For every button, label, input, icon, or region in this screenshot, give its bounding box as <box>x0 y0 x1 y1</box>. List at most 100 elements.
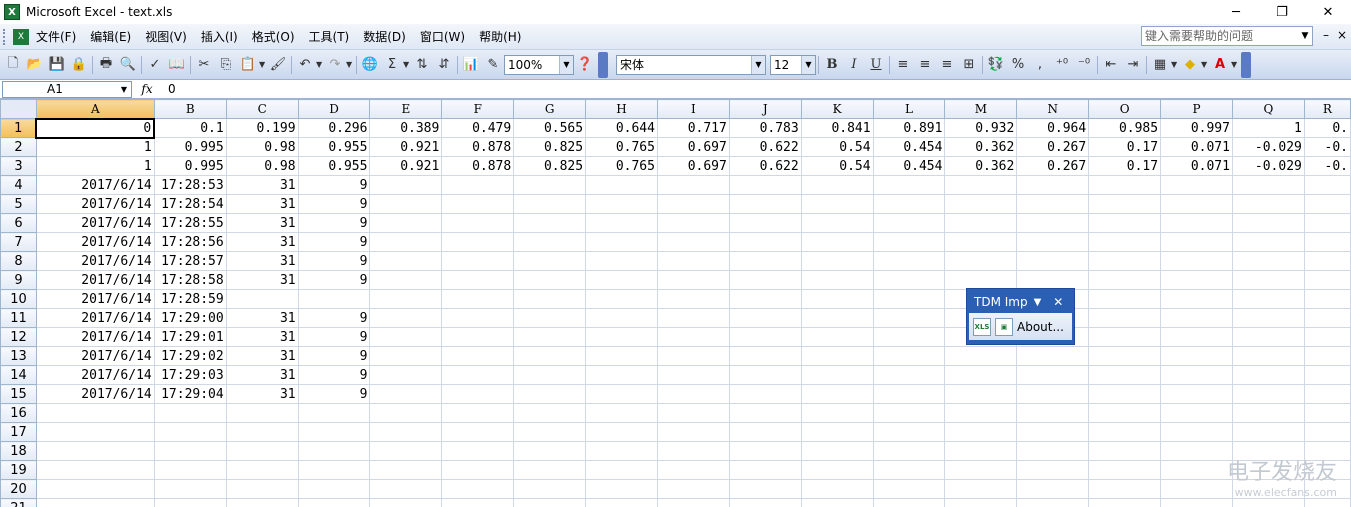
cell-m7[interactable] <box>944 232 1018 252</box>
cell-o3[interactable]: 0.17 <box>1088 156 1162 176</box>
menu-tools[interactable]: 工具(T) <box>302 27 357 47</box>
cell-p14[interactable] <box>1160 365 1233 385</box>
cell-j15[interactable] <box>728 384 802 404</box>
cell-l8[interactable] <box>872 251 946 271</box>
cell-g14[interactable] <box>513 365 587 385</box>
cell-b12[interactable]: 17:29:01 <box>153 327 227 347</box>
cell-r13[interactable] <box>1303 346 1351 366</box>
cell-c6[interactable]: 31 <box>225 213 299 233</box>
cell-g9[interactable] <box>513 270 587 290</box>
close-button[interactable]: ✕ <box>1305 0 1351 24</box>
cell-q1[interactable]: 1 <box>1231 118 1305 138</box>
cell-p4[interactable] <box>1160 175 1233 195</box>
cell-q16[interactable] <box>1231 403 1305 423</box>
toolbar-options-handle[interactable] <box>1241 51 1251 78</box>
cell-i5[interactable] <box>656 194 730 214</box>
cell-l9[interactable] <box>872 270 946 290</box>
fill-color-dropdown-icon[interactable]: ▼ <box>1201 60 1209 69</box>
cell-d15[interactable]: 9 <box>297 384 371 404</box>
cell-k13[interactable] <box>800 346 874 366</box>
chart-wizard-icon[interactable]: 📊 <box>460 54 482 76</box>
cell-q3[interactable]: -0.029 <box>1231 156 1305 176</box>
cell-l1[interactable]: 0.891 <box>872 118 946 138</box>
cell-h21[interactable] <box>585 498 658 507</box>
cell-l4[interactable] <box>872 175 946 195</box>
cell-f3[interactable]: 0.878 <box>441 156 515 176</box>
workbook-close-button[interactable]: × <box>1337 28 1347 42</box>
print-icon[interactable]: 🖶 <box>95 54 117 76</box>
help-search-input[interactable]: 键入需要帮助的问题 ▼ <box>1141 26 1313 46</box>
cell-j5[interactable] <box>728 194 802 214</box>
cell-j3[interactable]: 0.622 <box>728 156 802 176</box>
cell-d13[interactable]: 9 <box>297 346 371 366</box>
cell-a19[interactable] <box>35 460 155 480</box>
column-header-p[interactable]: P <box>1160 99 1233 119</box>
cell-j7[interactable] <box>728 232 802 252</box>
cell-p20[interactable] <box>1160 479 1233 499</box>
sort-descending-icon[interactable]: ⇵ <box>433 54 455 76</box>
cell-p16[interactable] <box>1160 403 1233 423</box>
cell-b15[interactable]: 17:29:04 <box>153 384 227 404</box>
cell-f16[interactable] <box>441 403 515 423</box>
cell-p11[interactable] <box>1160 308 1233 328</box>
cell-e10[interactable] <box>369 289 443 309</box>
increase-decimal-icon[interactable]: ⁺⁰ <box>1051 54 1073 76</box>
column-header-i[interactable]: I <box>656 99 730 119</box>
cell-o21[interactable] <box>1088 498 1162 507</box>
cell-o11[interactable] <box>1088 308 1162 328</box>
cell-f13[interactable] <box>441 346 515 366</box>
cell-e19[interactable] <box>369 460 443 480</box>
column-header-k[interactable]: K <box>800 99 874 119</box>
cell-c2[interactable]: 0.98 <box>225 137 299 157</box>
cell-r5[interactable] <box>1303 194 1351 214</box>
cell-m13[interactable] <box>944 346 1018 366</box>
cell-f20[interactable] <box>441 479 515 499</box>
menu-data[interactable]: 数据(D) <box>356 27 413 47</box>
cell-b11[interactable]: 17:29:00 <box>153 308 227 328</box>
tdm-toolbar-titlebar[interactable]: TDM Imp ▼ ✕ <box>969 291 1072 313</box>
toolbar-options-icon[interactable]: ▼ <box>1034 297 1042 308</box>
cell-f12[interactable] <box>441 327 515 347</box>
cell-g20[interactable] <box>513 479 587 499</box>
cell-p1[interactable]: 0.997 <box>1160 118 1233 138</box>
cell-e2[interactable]: 0.921 <box>369 137 443 157</box>
decrease-indent-icon[interactable]: ⇤ <box>1100 54 1122 76</box>
cell-e5[interactable] <box>369 194 443 214</box>
cell-b19[interactable] <box>153 460 227 480</box>
font-name-select[interactable]: 宋体 ▼ <box>616 54 766 75</box>
cell-n9[interactable] <box>1016 270 1090 290</box>
cell-p10[interactable] <box>1160 289 1233 309</box>
chevron-down-icon[interactable]: ▼ <box>801 55 815 74</box>
row-header[interactable]: 15 <box>0 384 37 404</box>
cell-c20[interactable] <box>225 479 299 499</box>
cell-n17[interactable] <box>1016 422 1090 442</box>
cell-k3[interactable]: 0.54 <box>800 156 874 176</box>
cell-b13[interactable]: 17:29:02 <box>153 346 227 366</box>
column-header-q[interactable]: Q <box>1231 99 1305 119</box>
row-header[interactable]: 4 <box>0 175 37 195</box>
cell-q9[interactable] <box>1231 270 1305 290</box>
cell-l3[interactable]: 0.454 <box>872 156 946 176</box>
cell-n4[interactable] <box>1016 175 1090 195</box>
cell-r17[interactable] <box>1303 422 1351 442</box>
cell-m21[interactable] <box>944 498 1018 507</box>
cell-b5[interactable]: 17:28:54 <box>153 194 227 214</box>
cell-q8[interactable] <box>1231 251 1305 271</box>
cell-f4[interactable] <box>441 175 515 195</box>
cell-a13[interactable]: 2017/6/14 <box>35 346 155 366</box>
font-color-icon[interactable]: A <box>1209 54 1231 76</box>
cell-e17[interactable] <box>369 422 443 442</box>
cell-f8[interactable] <box>441 251 515 271</box>
cell-g13[interactable] <box>513 346 587 366</box>
cell-o7[interactable] <box>1088 232 1162 252</box>
cell-r21[interactable] <box>1303 498 1351 507</box>
row-header[interactable]: 19 <box>0 460 37 480</box>
cell-i12[interactable] <box>656 327 730 347</box>
cell-e12[interactable] <box>369 327 443 347</box>
cell-n13[interactable] <box>1016 346 1090 366</box>
column-header-r[interactable]: R <box>1303 99 1351 119</box>
cell-g7[interactable] <box>513 232 587 252</box>
cell-p2[interactable]: 0.071 <box>1160 137 1233 157</box>
currency-icon[interactable]: 💱 <box>985 54 1007 76</box>
cell-o13[interactable] <box>1088 346 1162 366</box>
